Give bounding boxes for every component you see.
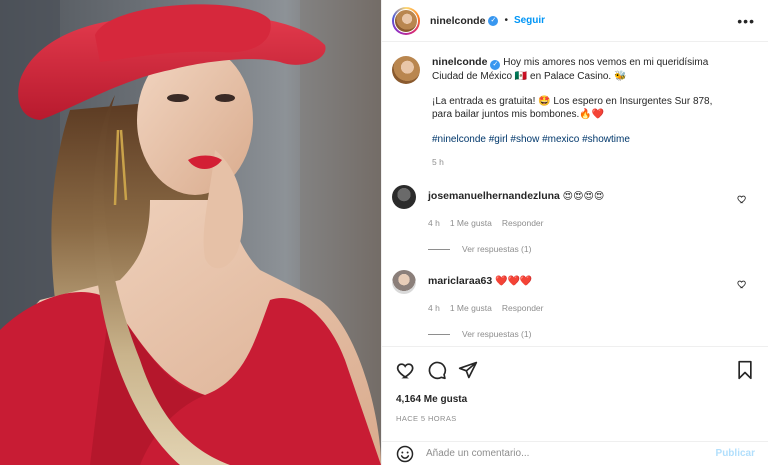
publish-button[interactable]: Publicar [716,448,755,459]
reply-button[interactable]: Responder [502,303,544,313]
follow-button[interactable]: Seguir [514,15,545,26]
author-username[interactable]: ninelconde [430,15,485,27]
post-photo[interactable] [0,0,381,465]
comments-list[interactable]: ninelconde ✓ Hoy mis amores nos vemos en … [382,42,768,346]
hashtag-link[interactable]: #showtime [582,134,630,145]
posted-time[interactable]: HACE 5 HORAS [396,414,755,423]
comment-line: mariclaraa63 ❤️❤️❤️ [428,270,718,288]
view-replies-button[interactable]: Ver respuestas (1) [428,329,718,339]
comment-meta: 4 h 1 Me gusta Responder [428,218,718,228]
comment-line: josemanuelhernandezluna 😍😍😍😍 [428,185,718,203]
comment-likes[interactable]: 1 Me gusta [450,218,492,228]
commenter-avatar[interactable] [392,270,416,294]
instagram-post: ninelconde ✓ • Seguir ••• ninelconde ✓ Ho… [0,0,768,465]
verified-badge-icon: ✓ [490,60,501,70]
heart-icon[interactable] [396,360,416,380]
comment-text: 😍😍😍😍 [562,191,605,202]
like-comment-heart-icon[interactable] [737,194,747,204]
view-replies-label: Ver respuestas (1) [462,244,532,254]
comment-icon[interactable] [427,360,447,380]
hashtag-link[interactable]: #show [510,134,539,145]
view-replies-button[interactable]: Ver respuestas (1) [428,244,718,254]
bookmark-icon[interactable] [735,360,755,380]
caption-time[interactable]: 5 h [432,156,732,169]
woman-red-cowboy-hat-image [0,0,381,465]
caption-username[interactable]: ninelconde [432,56,487,68]
comment-time[interactable]: 4 h [428,218,440,228]
hashtag-link[interactable]: #ninelconde [432,134,486,145]
comment-item: mariclaraa63 ❤️❤️❤️ 4 h 1 Me gusta Respo… [392,270,755,339]
likes-count[interactable]: 4,164 Me gusta [396,394,755,405]
header-separator: • [504,15,508,26]
post-side-panel: ninelconde ✓ • Seguir ••• ninelconde ✓ Ho… [381,0,768,465]
caption-paragraph-1: ninelconde ✓ Hoy mis amores nos vemos en … [432,56,732,83]
comment-item: josemanuelhernandezluna 😍😍😍😍 4 h 1 Me gu… [392,185,755,254]
caption-hashtags: #ninelconde #girl #show #mexico #showtim… [432,133,732,146]
caption-avatar[interactable] [392,56,420,84]
more-options-icon[interactable]: ••• [737,13,755,29]
replies-divider [428,333,450,335]
commenter-avatar[interactable] [392,185,416,209]
hashtag-link[interactable]: #girl [489,134,508,145]
add-comment-bar: Publicar [382,441,768,465]
smiley-icon[interactable] [396,445,414,463]
caption-text-2: ¡La entrada es gratuita! 🤩 Los espero en… [432,96,713,120]
like-comment-heart-icon[interactable] [737,279,747,289]
comment-username[interactable]: mariclaraa63 [428,275,492,287]
comment-username[interactable]: josemanuelhernandezluna [428,190,560,202]
verified-badge-icon: ✓ [488,15,499,26]
reply-button[interactable]: Responder [502,218,544,228]
post-actions: 4,164 Me gusta HACE 5 HORAS [382,346,768,441]
post-caption: ninelconde ✓ Hoy mis amores nos vemos en … [392,56,755,169]
replies-divider [428,248,450,250]
share-icon[interactable] [458,360,478,380]
hashtag-link[interactable]: #mexico [542,134,579,145]
comment-meta: 4 h 1 Me gusta Responder [428,303,718,313]
view-replies-label: Ver respuestas (1) [462,329,532,339]
author-avatar[interactable] [392,6,420,35]
comment-likes[interactable]: 1 Me gusta [450,303,492,313]
action-icons-row [396,359,755,381]
post-header: ninelconde ✓ • Seguir ••• [382,0,768,42]
comment-time[interactable]: 4 h [428,303,440,313]
comment-input[interactable] [426,448,716,459]
comment-text: ❤️❤️❤️ [495,276,533,287]
